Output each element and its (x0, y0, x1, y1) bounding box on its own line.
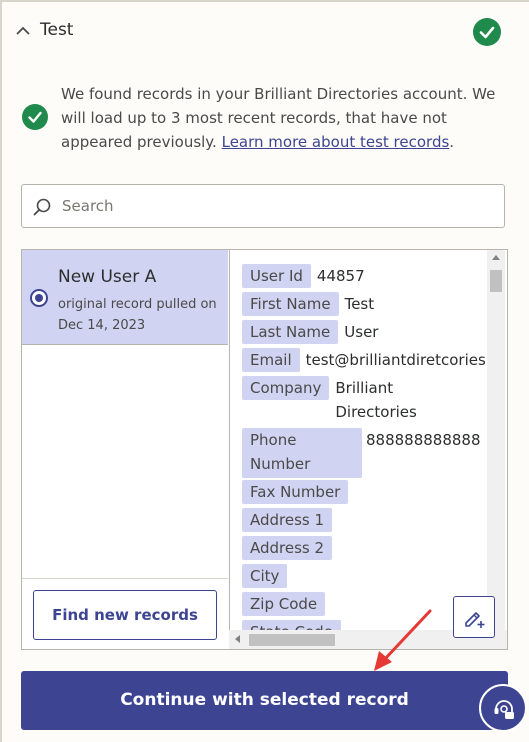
field-key: Fax Number (242, 480, 349, 504)
continue-with-selected-record-button[interactable]: Continue with selected record (21, 671, 508, 730)
field-address-2: Address 2 (242, 536, 338, 560)
field-city: City (242, 564, 293, 588)
field-key: User Id (242, 264, 311, 288)
field-key: Email (242, 348, 300, 372)
field-zip-code: Zip Code (242, 592, 331, 616)
edit-data-button[interactable] (453, 596, 495, 638)
check-circle-icon (473, 18, 501, 46)
field-value: 888888888888 (366, 431, 481, 449)
horizontal-scroll-thumb[interactable] (249, 634, 335, 646)
vertical-scroll-thumb[interactable] (490, 270, 502, 292)
learn-more-link[interactable]: Learn more about test records (222, 133, 450, 151)
record-name: New User A (58, 267, 157, 287)
field-key: Zip Code (242, 592, 326, 616)
record-details: User Id 44857 First Name Test Last Name Use… (229, 250, 507, 649)
record-list: New User A original record pulled on Dec… (22, 250, 230, 649)
field-first-name: First Name Test (242, 292, 374, 316)
info-trailing: . (449, 133, 455, 151)
field-key: Address 1 (242, 508, 333, 532)
vertical-scrollbar[interactable] (487, 250, 505, 630)
section-title: Test (40, 20, 74, 40)
field-last-name: Last Name User (242, 320, 378, 344)
find-new-records-button[interactable]: Find new records (33, 590, 217, 640)
field-value: 44857 (316, 267, 365, 285)
record-subtitle: original record pulled on Dec 14, 2023 (58, 297, 217, 333)
field-key: Last Name (242, 320, 339, 344)
field-value: test@brilliantdiretcories. (305, 351, 491, 369)
field-key: Company (242, 376, 330, 400)
help-chat-button[interactable] (479, 684, 527, 732)
record-radio-selected[interactable] (30, 289, 48, 307)
panel-left-border (0, 0, 2, 742)
field-fax-number: Fax Number (242, 480, 354, 504)
panel-top-border (0, 0, 529, 2)
scroll-up-icon[interactable] (492, 255, 500, 260)
field-company: Company Brilliant Directories (242, 376, 423, 424)
field-user-id: User Id 44857 (242, 264, 365, 288)
field-value: User (344, 323, 379, 341)
field-key: Phone Number (242, 428, 362, 478)
info-text: We found records in your Brilliant Direc… (61, 82, 511, 154)
search-input[interactable]: Search (21, 184, 505, 228)
record-item-selected[interactable]: New User A original record pulled on Dec… (22, 250, 228, 345)
field-key: Address 2 (242, 536, 333, 560)
field-key: City (242, 564, 288, 588)
annotation-arrow-icon (374, 609, 432, 671)
field-value: Test (344, 295, 375, 313)
field-address-1: Address 1 (242, 508, 338, 532)
chevron-up-icon[interactable] (14, 22, 32, 40)
search-icon (33, 198, 51, 216)
field-email: Email test@brilliantdiretcories. (242, 348, 491, 372)
search-placeholder: Search (62, 197, 114, 215)
records-panel: New User A original record pulled on Dec… (21, 249, 508, 650)
field-value: Brilliant Directories (335, 379, 417, 421)
scroll-left-icon[interactable] (235, 635, 240, 643)
field-phone-number: Phone Number888888888888 (242, 428, 481, 478)
pencil-plus-icon (465, 612, 485, 628)
test-section-header[interactable]: Test (14, 18, 514, 48)
check-circle-icon (22, 104, 48, 130)
field-key: First Name (242, 292, 339, 316)
support-chat-icon (494, 700, 514, 719)
record-list-divider (22, 578, 228, 579)
